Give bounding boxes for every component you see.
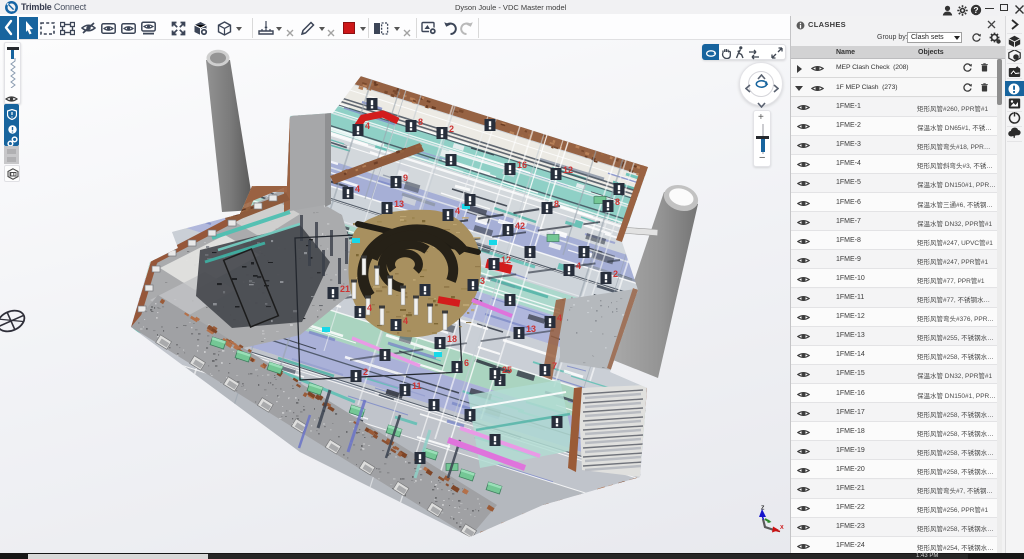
svg-text:4: 4 [403, 316, 408, 326]
svg-text:12: 12 [563, 165, 573, 175]
svg-text:42: 42 [515, 221, 525, 231]
svg-text:?: ? [973, 5, 978, 15]
svg-text:6: 6 [464, 358, 469, 368]
svg-text:4: 4 [576, 261, 581, 271]
svg-text:21: 21 [340, 284, 350, 294]
svg-text:7: 7 [552, 361, 557, 371]
svg-text:4: 4 [355, 184, 360, 194]
svg-text:8: 8 [554, 199, 559, 209]
svg-text:11: 11 [412, 381, 422, 391]
svg-text:16: 16 [517, 160, 527, 170]
svg-text:2: 2 [613, 269, 618, 279]
svg-text:13: 13 [526, 324, 536, 334]
svg-text:8: 8 [418, 117, 423, 127]
svg-text:4: 4 [455, 206, 460, 216]
svg-text:2: 2 [363, 367, 368, 377]
svg-text:25: 25 [502, 365, 512, 375]
svg-text:18: 18 [447, 334, 457, 344]
svg-text:9: 9 [403, 173, 408, 183]
svg-text:3: 3 [480, 276, 485, 286]
svg-text:8: 8 [615, 197, 620, 207]
svg-text:12: 12 [501, 255, 511, 265]
svg-text:13: 13 [394, 199, 404, 209]
svg-text:4: 4 [557, 313, 562, 323]
svg-text:2: 2 [449, 124, 454, 134]
svg-text:4: 4 [365, 121, 370, 131]
svg-text:4: 4 [367, 303, 372, 313]
